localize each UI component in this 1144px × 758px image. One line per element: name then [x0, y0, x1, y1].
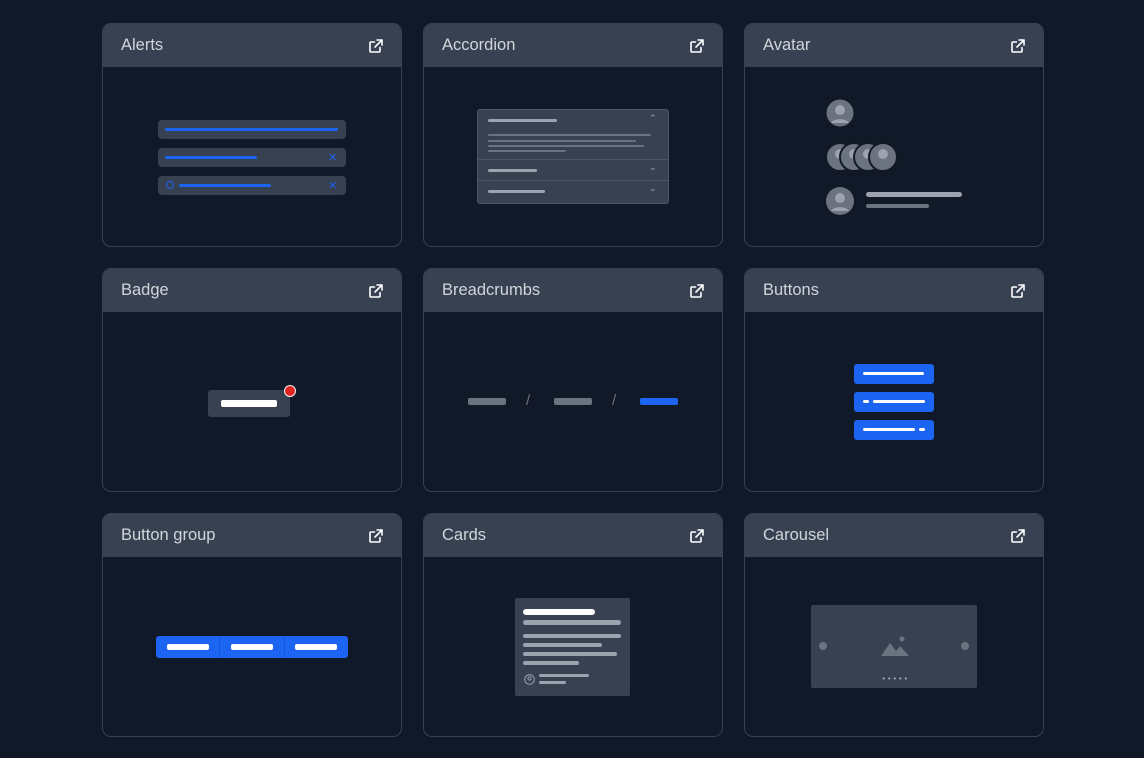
- carousel-indicators: [881, 677, 909, 680]
- cards-card[interactable]: Cards: [423, 513, 723, 737]
- accordion-box: ⌃ ⌄ ⌄: [477, 109, 669, 204]
- card-title: Cards: [442, 526, 487, 544]
- accordion-preview: ⌃ ⌄ ⌄: [424, 67, 722, 246]
- alert-item: ✕: [158, 148, 346, 167]
- card-header: Cards: [424, 514, 722, 557]
- component-grid: Alerts ✕ ✕ Accordion ⌃ ⌄ ⌄ Avatar Badge …: [102, 23, 1044, 737]
- chevron-down-icon: ⌄: [649, 183, 657, 193]
- image-icon: [881, 636, 909, 656]
- external-link-icon[interactable]: [1011, 528, 1025, 543]
- card-header: Alerts: [103, 24, 401, 67]
- chevron-down-icon: ⌄: [649, 162, 657, 172]
- info-icon: [166, 181, 174, 189]
- external-link-icon[interactable]: [1011, 38, 1025, 53]
- chevron-right-icon: [961, 642, 969, 650]
- breadcrumbs-preview: / /: [424, 312, 722, 491]
- external-link-icon[interactable]: [690, 283, 704, 298]
- accordion-card[interactable]: Accordion ⌃ ⌄ ⌄: [423, 23, 723, 247]
- chevron-up-icon: ⌃: [649, 113, 657, 123]
- user-icon: [524, 674, 535, 685]
- button-sample: [854, 420, 934, 440]
- external-link-icon[interactable]: [369, 528, 383, 543]
- card-title: Button group: [121, 526, 216, 544]
- card-header: Accordion: [424, 24, 722, 67]
- avatar-card[interactable]: Avatar: [744, 23, 1044, 247]
- badge-preview: [103, 312, 401, 491]
- button-group-card[interactable]: Button group: [102, 513, 402, 737]
- card-header: Breadcrumbs: [424, 269, 722, 312]
- breadcrumb-separator: /: [612, 392, 617, 409]
- badge-card[interactable]: Badge: [102, 268, 402, 492]
- notification-dot: [284, 385, 296, 397]
- card-title: Carousel: [763, 526, 830, 544]
- breadcrumb-item-active: [640, 398, 678, 405]
- close-icon: ✕: [328, 152, 338, 164]
- card-sample: [515, 598, 630, 696]
- card-title: Avatar: [763, 36, 811, 54]
- button-group-preview: [103, 557, 401, 736]
- alerts-preview: ✕ ✕: [103, 67, 401, 246]
- card-title: Alerts: [121, 36, 164, 54]
- badge-button: [208, 390, 290, 417]
- external-link-icon[interactable]: [369, 38, 383, 53]
- alert-item: [158, 120, 346, 139]
- external-link-icon[interactable]: [690, 528, 704, 543]
- carousel-preview: [745, 557, 1043, 736]
- avatar-icon: [826, 187, 854, 215]
- cards-preview: [424, 557, 722, 736]
- button-sample: [854, 392, 934, 412]
- buttons-preview: [745, 312, 1043, 491]
- avatar-preview: [745, 67, 1043, 246]
- card-header: Button group: [103, 514, 401, 557]
- close-icon: ✕: [328, 180, 338, 192]
- breadcrumb-item: [554, 398, 592, 405]
- alerts-card[interactable]: Alerts ✕ ✕: [102, 23, 402, 247]
- carousel-card[interactable]: Carousel: [744, 513, 1044, 737]
- carousel-slide: [811, 605, 977, 688]
- chevron-left-icon: [819, 642, 827, 650]
- card-title: Accordion: [442, 36, 516, 54]
- avatar-icon: [825, 98, 855, 128]
- card-header: Buttons: [745, 269, 1043, 312]
- alert-item: ✕: [158, 176, 346, 195]
- external-link-icon[interactable]: [369, 283, 383, 298]
- external-link-icon[interactable]: [690, 38, 704, 53]
- avatar-stack-icon: [825, 142, 898, 172]
- buttons-card[interactable]: Buttons: [744, 268, 1044, 492]
- external-link-icon[interactable]: [1011, 283, 1025, 298]
- card-title: Breadcrumbs: [442, 281, 541, 299]
- card-header: Badge: [103, 269, 401, 312]
- card-title: Buttons: [763, 281, 819, 299]
- breadcrumbs-card[interactable]: Breadcrumbs / /: [423, 268, 723, 492]
- card-header: Avatar: [745, 24, 1043, 67]
- breadcrumb-separator: /: [526, 392, 531, 409]
- card-title: Badge: [121, 281, 169, 299]
- button-sample: [854, 364, 934, 384]
- button-group: [156, 636, 348, 658]
- breadcrumb-item: [468, 398, 506, 405]
- card-header: Carousel: [745, 514, 1043, 557]
